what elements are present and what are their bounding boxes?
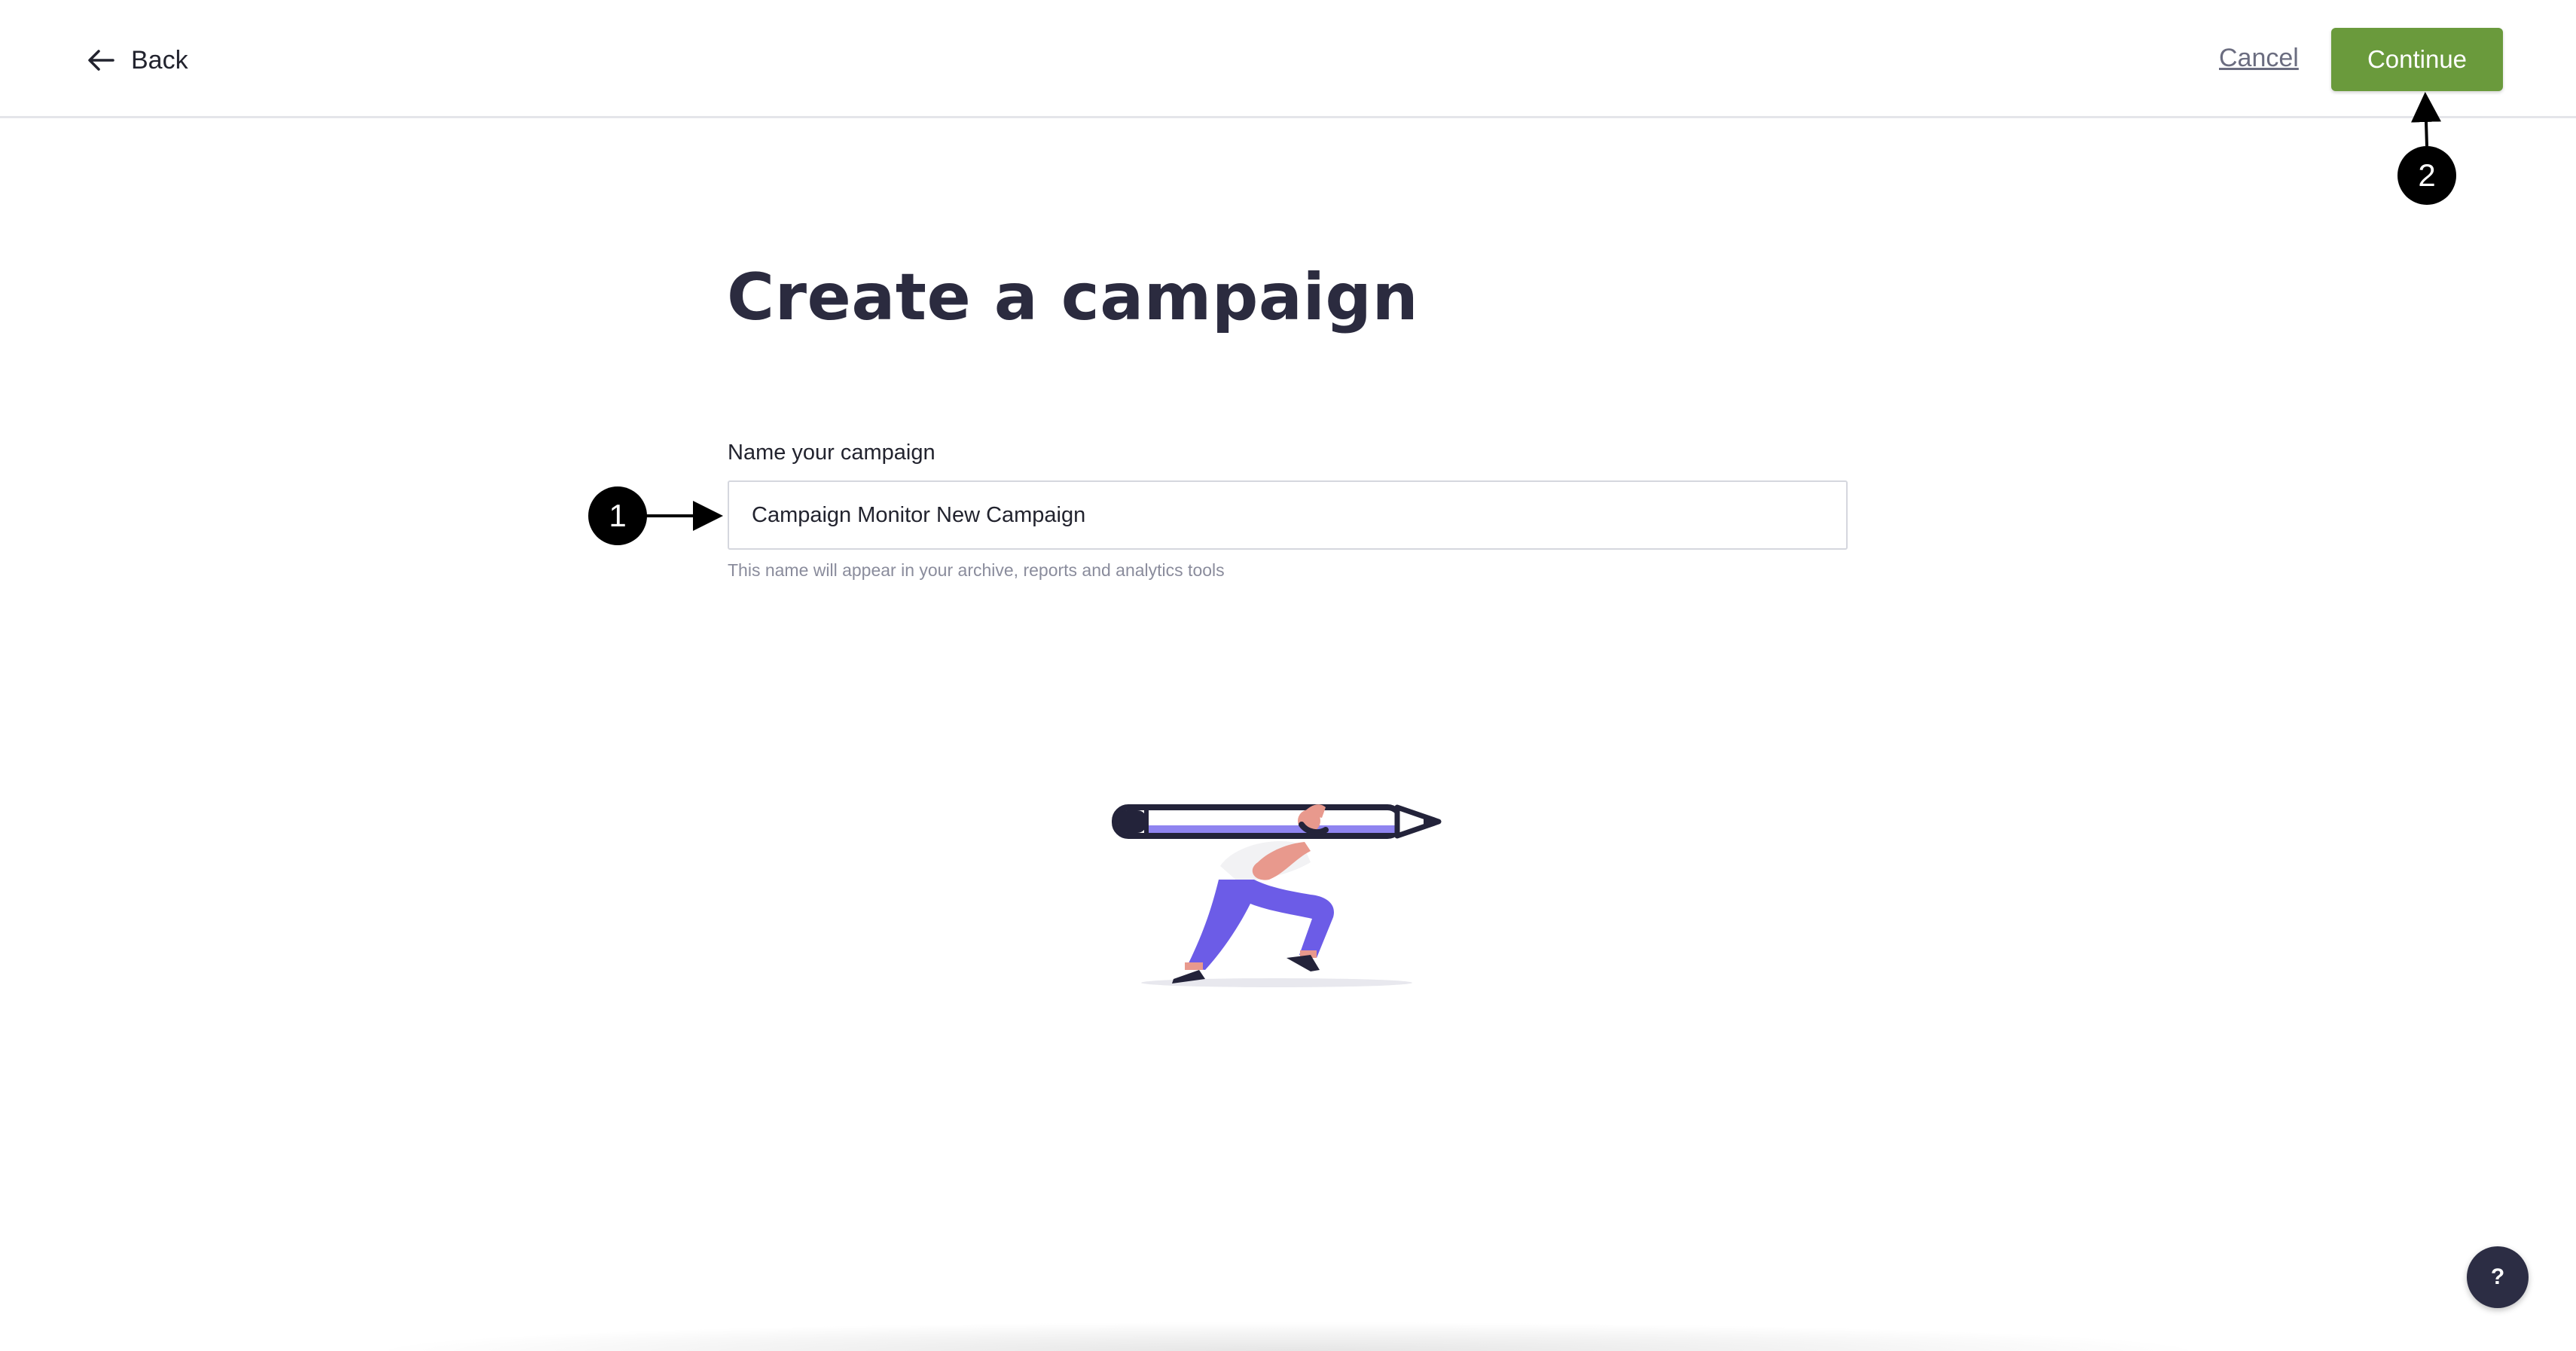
annotation-arrows — [646, 92, 2441, 531]
campaign-name-input[interactable] — [728, 480, 1848, 550]
help-button[interactable]: ? — [2467, 1246, 2529, 1308]
back-label: Back — [131, 46, 188, 75]
campaign-name-label: Name your campaign — [728, 441, 935, 465]
annotation-marker-2: 2 — [2397, 146, 2456, 205]
top-bar: Back Cancel Continue — [0, 0, 2576, 118]
cancel-link[interactable]: Cancel — [2219, 44, 2299, 73]
arrow-left-icon — [87, 49, 114, 72]
bottom-shadow — [362, 1322, 2214, 1351]
continue-button[interactable]: Continue — [2331, 28, 2503, 91]
create-campaign-page: Back Cancel Continue Create a campaign N… — [0, 0, 2576, 1351]
page-title: Create a campaign — [727, 260, 1419, 335]
person-carrying-pencil-illustration — [1107, 791, 1469, 994]
annotation-marker-1: 1 — [588, 486, 647, 545]
back-link[interactable]: Back — [87, 38, 188, 83]
campaign-name-hint: This name will appear in your archive, r… — [728, 560, 1225, 580]
